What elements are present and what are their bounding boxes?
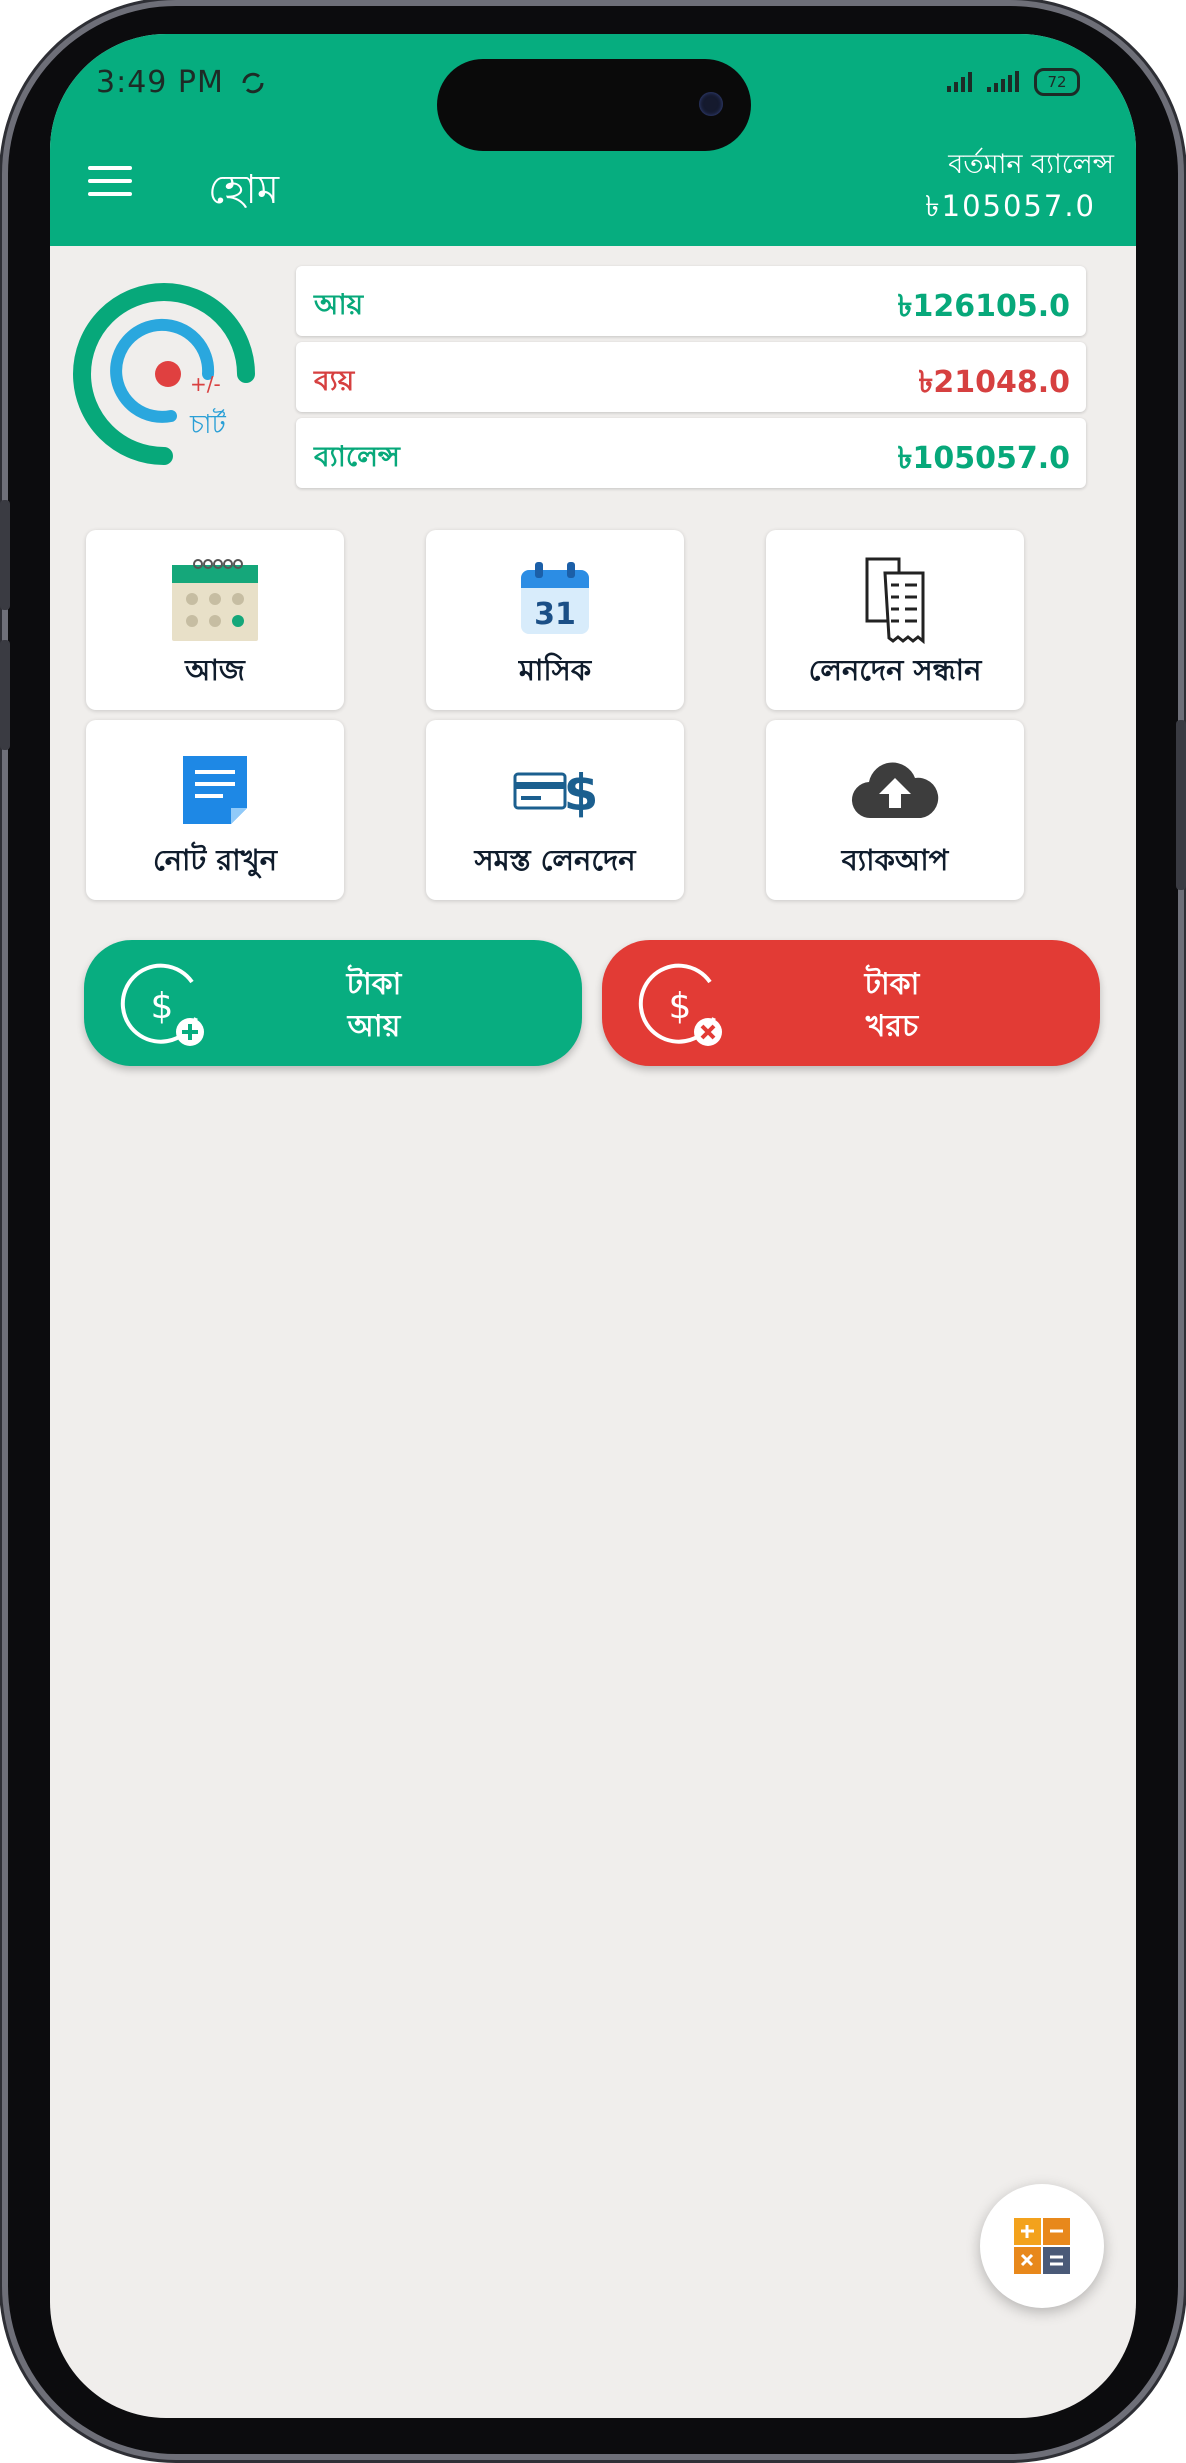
cloud-upload-icon	[851, 762, 939, 819]
calculator-icon	[1014, 2218, 1070, 2274]
app-header: 3:49 PM 72 হোম বর্তমান ব্যালেন্স ৳105057…	[50, 34, 1136, 246]
summary-value: ৳21048.0	[918, 365, 1070, 400]
status-time: 3:49 PM	[96, 64, 266, 100]
add-income-button[interactable]: $ টাকা আয়	[84, 940, 582, 1066]
calendar-day: 31	[534, 597, 576, 632]
tile-label: মাসিক	[518, 653, 592, 687]
tile-all-transactions[interactable]: $ সমস্ত লেনদেন	[426, 720, 684, 900]
tile-monthly[interactable]: 31 মাসিক	[426, 530, 684, 710]
expense-button-line2: খরচ	[865, 1009, 919, 1044]
balance-summary-row: ব্যালেন্স ৳105057.0	[296, 418, 1086, 488]
tile-transaction-search[interactable]: লেনদেন সন্ধান	[766, 530, 1024, 710]
signal-icon	[947, 72, 972, 92]
tile-note[interactable]: নোট রাখুন	[86, 720, 344, 900]
battery-icon: 72	[1034, 68, 1080, 96]
summary-label: ব্যালেন্স	[314, 440, 400, 473]
menu-icon[interactable]	[88, 166, 132, 196]
note-icon	[183, 756, 247, 824]
volume-button	[0, 640, 10, 750]
calendar-31-icon: 31	[521, 562, 589, 634]
summary-label: আয়	[314, 288, 364, 321]
page-title: হোম	[208, 167, 280, 213]
summary-value: ৳105057.0	[897, 441, 1070, 476]
dollar-add-icon: $	[120, 963, 204, 1046]
receipt-search-icon	[865, 557, 925, 645]
calculator-button[interactable]	[980, 2184, 1104, 2308]
card-dollar-icon: $	[513, 764, 597, 820]
svg-text:$: $	[564, 764, 597, 820]
dynamic-island	[437, 59, 751, 151]
svg-text:$: $	[669, 986, 692, 1027]
signal-icon	[987, 71, 1019, 92]
status-icons: 72	[946, 64, 1080, 100]
tile-label: সমস্ত লেনদেন	[474, 843, 636, 877]
calendar-dots-icon	[172, 559, 258, 641]
add-expense-button[interactable]: $ টাকা খরচ	[602, 940, 1100, 1066]
camera-icon	[699, 92, 723, 116]
tile-today[interactable]: আজ	[86, 530, 344, 710]
gauge-symbol: +/-	[190, 372, 221, 396]
tile-label: ব্যাকআপ	[841, 843, 949, 877]
income-summary-row: আয় ৳126105.0	[296, 266, 1086, 336]
expense-summary-row: ব্যয় ৳21048.0	[296, 342, 1086, 412]
tile-label: আজ	[185, 653, 245, 687]
tile-label: লেনদেন সন্ধান	[808, 653, 982, 687]
svg-text:$: $	[151, 986, 174, 1027]
tile-backup[interactable]: ব্যাকআপ	[766, 720, 1024, 900]
tile-label: নোট রাখুন	[152, 843, 278, 877]
gauge-label[interactable]: চার্ট	[190, 404, 226, 448]
dollar-remove-icon: $	[638, 963, 722, 1046]
volume-button	[0, 500, 10, 610]
current-balance-label: বর্তমান ব্যালেন্স	[948, 149, 1114, 180]
current-balance-value: ৳105057.0	[925, 189, 1096, 223]
power-button	[1176, 720, 1186, 890]
screen: 3:49 PM 72 হোম বর্তমান ব্যালেন্স ৳105057…	[50, 34, 1136, 2418]
summary-value: ৳126105.0	[897, 289, 1070, 324]
sync-icon	[242, 72, 264, 93]
summary-label: ব্যয়	[314, 364, 355, 397]
chart-gauge-icon[interactable]	[56, 264, 286, 494]
income-button-line2: আয়	[347, 1009, 401, 1044]
